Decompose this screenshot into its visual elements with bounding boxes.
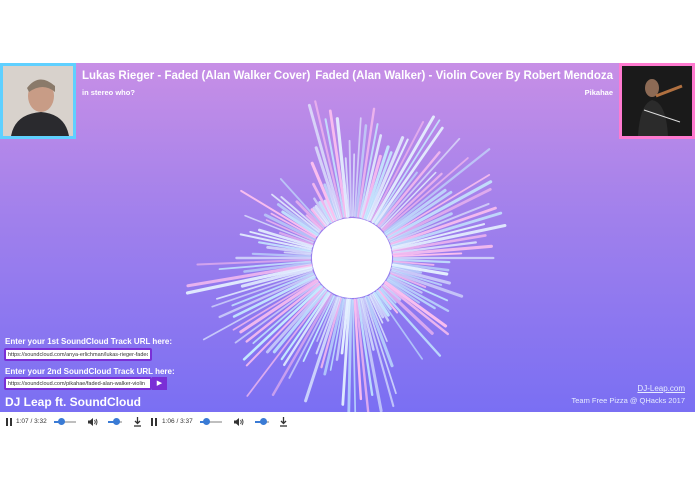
site-link[interactable]: DJ-Leap.com bbox=[637, 384, 685, 393]
visualizer-bar bbox=[348, 139, 353, 217]
download-icon[interactable] bbox=[133, 417, 142, 427]
track2-url-label: Enter your 2nd SoundCloud Track URL here… bbox=[5, 367, 175, 376]
team-credit: Team Free Pizza @ QHacks 2017 bbox=[571, 396, 686, 405]
track2-title: Faded (Alan Walker) - Violin Cover By Ro… bbox=[315, 70, 613, 82]
track1-album-art bbox=[0, 63, 76, 139]
download-icon[interactable] bbox=[279, 417, 288, 427]
radial-audio-visualizer bbox=[185, 100, 507, 412]
seek-slider[interactable] bbox=[200, 418, 222, 425]
track2-url-input[interactable] bbox=[4, 377, 152, 390]
player-time: 1:06 / 3:37 bbox=[162, 418, 193, 425]
visualizer-center-disc bbox=[312, 218, 392, 298]
seek-knob[interactable] bbox=[203, 418, 211, 425]
player-1: 1:07 / 3:32 bbox=[0, 412, 150, 432]
volume-slider[interactable] bbox=[108, 418, 122, 425]
seek-slider[interactable] bbox=[54, 418, 76, 425]
pause-icon[interactable] bbox=[5, 418, 13, 426]
seek-knob[interactable] bbox=[57, 418, 65, 425]
pause-icon[interactable] bbox=[150, 418, 158, 426]
track2-album-art bbox=[619, 63, 695, 139]
portrait-photo-icon bbox=[3, 66, 73, 136]
track1-title: Lukas Rieger - Faded (Alan Walker Cover) bbox=[82, 70, 311, 82]
track1-url-label: Enter your 1st SoundCloud Track URL here… bbox=[5, 337, 172, 346]
brand-title: DJ Leap ft. SoundCloud bbox=[5, 395, 141, 409]
play-icon: ▶ bbox=[156, 380, 163, 387]
player-time: 1:07 / 3:32 bbox=[16, 418, 47, 425]
track1-url-input[interactable] bbox=[4, 348, 152, 361]
visualizer-stage: Lukas Rieger - Faded (Alan Walker Cover)… bbox=[0, 63, 695, 412]
track2-artist: Pikahae bbox=[584, 88, 613, 97]
volume-icon[interactable] bbox=[88, 418, 98, 426]
audio-players: 1:07 / 3:32 1:06 / 3:37 bbox=[0, 412, 695, 432]
volume-knob[interactable] bbox=[259, 418, 267, 425]
load-tracks-button[interactable]: ▶ bbox=[152, 377, 167, 390]
visualizer-bar bbox=[351, 153, 356, 217]
violinist-photo-icon bbox=[622, 66, 692, 136]
volume-knob[interactable] bbox=[112, 418, 120, 425]
player-2: 1:06 / 3:37 bbox=[150, 412, 300, 432]
volume-slider[interactable] bbox=[255, 418, 269, 425]
volume-icon[interactable] bbox=[234, 418, 244, 426]
track1-artist: in stereo who? bbox=[82, 88, 135, 97]
